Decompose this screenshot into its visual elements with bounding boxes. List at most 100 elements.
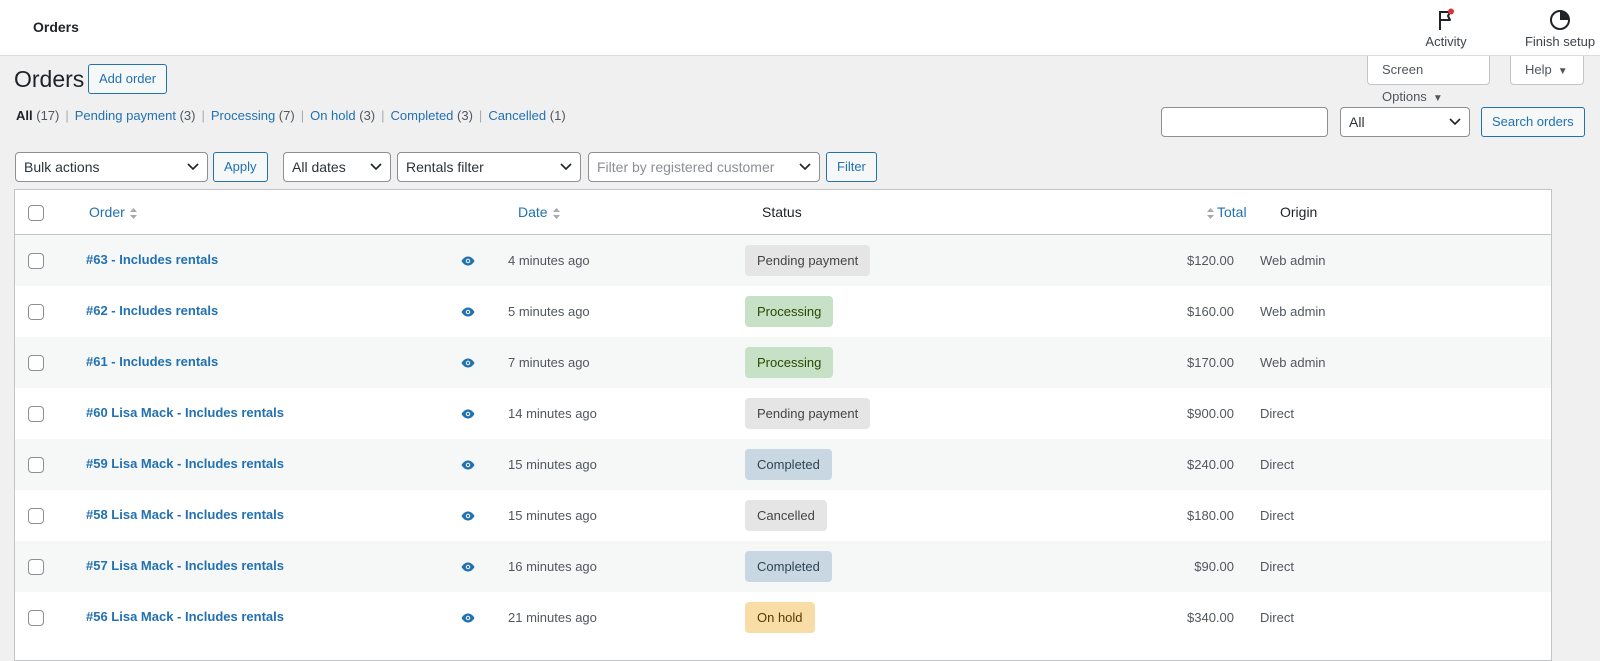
filter-count: (1) [549, 108, 566, 123]
order-date: 15 minutes ago [508, 508, 597, 523]
filter-button[interactable]: Filter [826, 152, 877, 182]
orders-table: Order Date Status Total Origin #63 - Inc… [14, 189, 1552, 661]
order-date: 15 minutes ago [508, 457, 597, 472]
add-order-button[interactable]: Add order [88, 64, 168, 94]
filter-count: (3) [359, 108, 376, 123]
order-total: $120.00 [1187, 253, 1234, 268]
status-badge: Completed [745, 449, 832, 480]
row-checkbox[interactable] [28, 355, 44, 371]
table-row: #62 - Includes rentals 5 minutes ago Proce… [15, 286, 1551, 337]
customer-filter-select[interactable]: Filter by registered customer [588, 152, 820, 182]
table-row: #60 Lisa Mack - Includes rentals 14 minut… [15, 388, 1551, 439]
column-total[interactable]: Total [1206, 204, 1247, 220]
dates-value: All dates [292, 159, 346, 175]
eye-icon[interactable] [461, 256, 475, 266]
select-all-checkbox[interactable] [28, 205, 44, 221]
apply-button[interactable]: Apply [213, 152, 268, 182]
search-orders-button[interactable]: Search orders [1481, 107, 1585, 137]
status-badge: Processing [745, 347, 834, 378]
order-date: 21 minutes ago [508, 610, 597, 625]
top-bar-page-label: Orders [33, 19, 79, 35]
filter-cancelled[interactable]: Cancelled [488, 108, 546, 123]
row-checkbox[interactable] [28, 610, 44, 626]
search-status-select[interactable]: All [1340, 107, 1470, 137]
screen-options-tab[interactable]: Screen Options ▼ [1367, 56, 1490, 104]
sort-arrows-icon [1207, 207, 1214, 219]
order-origin: Direct [1260, 508, 1294, 523]
order-origin: Web admin [1260, 304, 1326, 319]
order-link[interactable]: #59 Lisa Mack - Includes rentals [86, 456, 284, 471]
order-date: 5 minutes ago [508, 304, 590, 319]
order-link[interactable]: #63 - Includes rentals [86, 252, 218, 267]
order-total: $340.00 [1187, 610, 1234, 625]
column-order[interactable]: Order [89, 204, 138, 220]
filter-processing[interactable]: Processing [211, 108, 275, 123]
column-date[interactable]: Date [518, 204, 561, 220]
row-checkbox[interactable] [28, 559, 44, 575]
eye-icon[interactable] [461, 613, 475, 623]
search-input[interactable] [1161, 107, 1328, 137]
top-bar: Orders Activity Finish setup [0, 0, 1600, 56]
order-link[interactable]: #56 Lisa Mack - Includes rentals [86, 609, 284, 624]
chevron-down-icon [560, 163, 572, 171]
bulk-actions-value: Bulk actions [24, 159, 100, 175]
table-header: Order Date Status Total Origin [15, 190, 1551, 235]
filter-pending-payment[interactable]: Pending payment [75, 108, 176, 123]
search-status-value: All [1349, 114, 1365, 130]
order-total: $170.00 [1187, 355, 1234, 370]
order-link[interactable]: #60 Lisa Mack - Includes rentals [86, 405, 284, 420]
row-checkbox[interactable] [28, 406, 44, 422]
eye-icon[interactable] [461, 307, 475, 317]
dates-select[interactable]: All dates [283, 152, 391, 182]
order-origin: Direct [1260, 610, 1294, 625]
filter-count: (7) [278, 108, 295, 123]
customer-filter-placeholder: Filter by registered customer [597, 159, 775, 175]
order-date: 4 minutes ago [508, 253, 590, 268]
order-origin: Web admin [1260, 253, 1326, 268]
filter-all[interactable]: All [16, 108, 33, 123]
activity-button[interactable]: Activity [1416, 8, 1476, 49]
filter-completed[interactable]: Completed [391, 108, 454, 123]
filter-on-hold[interactable]: On hold [310, 108, 356, 123]
activity-label: Activity [1425, 34, 1467, 49]
order-link[interactable]: #57 Lisa Mack - Includes rentals [86, 558, 284, 573]
row-checkbox[interactable] [28, 508, 44, 524]
help-tab[interactable]: Help ▼ [1510, 56, 1584, 85]
chevron-down-icon [1449, 118, 1461, 126]
status-badge: Processing [745, 296, 834, 327]
triangle-down-icon: ▼ [1432, 93, 1443, 104]
status-badge: On hold [745, 602, 815, 633]
row-checkbox[interactable] [28, 457, 44, 473]
order-date: 14 minutes ago [508, 406, 597, 421]
finish-setup-button[interactable]: Finish setup [1520, 8, 1600, 49]
row-checkbox[interactable] [28, 253, 44, 269]
status-badge: Pending payment [745, 245, 871, 276]
order-origin: Direct [1260, 457, 1294, 472]
table-row: #57 Lisa Mack - Includes rentals 16 minut… [15, 541, 1551, 592]
order-total: $900.00 [1187, 406, 1234, 421]
order-link[interactable]: #61 - Includes rentals [86, 354, 218, 369]
column-origin: Origin [1280, 204, 1318, 220]
rentals-filter-select[interactable]: Rentals filter [397, 152, 581, 182]
chevron-down-icon [187, 163, 199, 171]
order-link[interactable]: #58 Lisa Mack - Includes rentals [86, 507, 284, 522]
eye-icon[interactable] [461, 460, 475, 470]
table-row: #61 - Includes rentals 7 minutes ago Proce… [15, 337, 1551, 388]
table-row: #63 - Includes rentals 4 minutes ago Pendi… [15, 235, 1551, 286]
eye-icon[interactable] [461, 562, 475, 572]
page-title: Orders [14, 66, 85, 92]
column-status: Status [762, 204, 802, 220]
finish-setup-label: Finish setup [1524, 34, 1596, 49]
table-row: #59 Lisa Mack - Includes rentals 15 minut… [15, 439, 1551, 490]
order-date: 16 minutes ago [508, 559, 597, 574]
order-link[interactable]: #62 - Includes rentals [86, 303, 218, 318]
row-checkbox[interactable] [28, 304, 44, 320]
chevron-down-icon [799, 163, 811, 171]
screen-options-label: Screen Options [1382, 62, 1427, 104]
bulk-actions-select[interactable]: Bulk actions [15, 152, 208, 182]
eye-icon[interactable] [461, 409, 475, 419]
column-date-label: Date [518, 204, 548, 220]
eye-icon[interactable] [461, 358, 475, 368]
sort-arrows-icon [552, 207, 560, 219]
eye-icon[interactable] [461, 511, 475, 521]
